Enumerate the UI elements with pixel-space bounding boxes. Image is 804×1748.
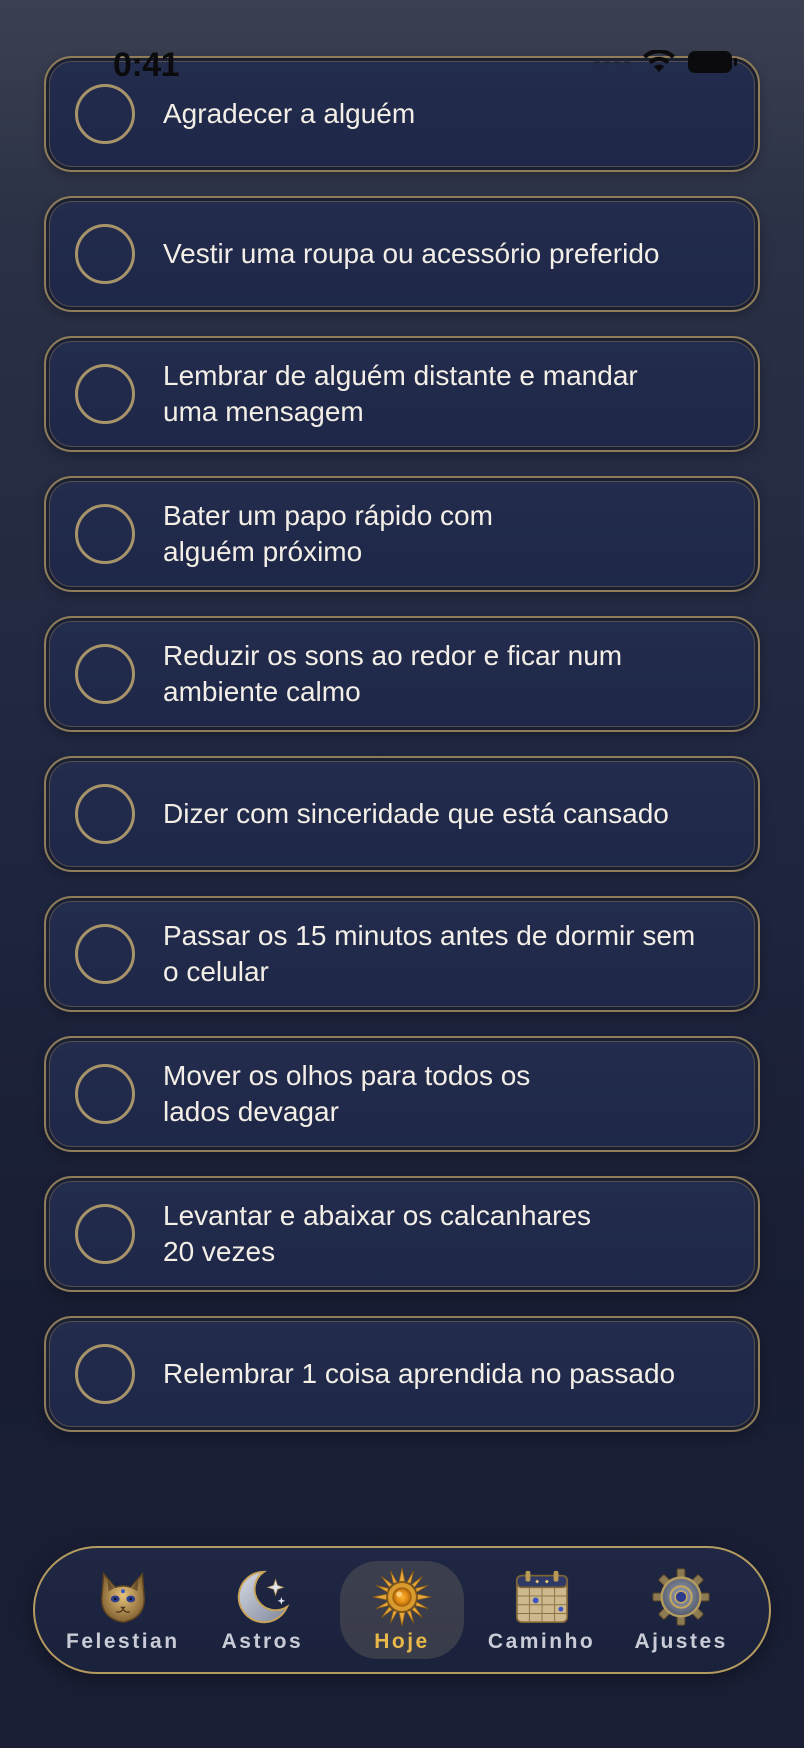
tab-label: Caminho: [487, 1630, 596, 1653]
tab-astros[interactable]: Astros: [200, 1561, 324, 1659]
task-label: Bater um papo rápido com alguém próximo: [163, 500, 493, 567]
calendar-icon: [515, 1570, 568, 1624]
task-label: Lembrar de alguém distante e mandar uma …: [163, 360, 638, 427]
task-list: Agradecer a alguém Vestir uma roupa ou a…: [44, 56, 760, 1432]
task-label: Vestir uma roupa ou acessório preferido: [163, 238, 660, 269]
tab-label: Astros: [221, 1630, 304, 1653]
task-label: Mover os olhos para todos os lados devag…: [163, 1060, 531, 1127]
task-label: Reduzir os sons ao redor e ficar num amb…: [163, 640, 623, 707]
checkbox-circle[interactable]: [75, 504, 135, 564]
task-label: Passar os 15 minutos antes de dormir sem…: [163, 920, 696, 987]
tab-hoje[interactable]: Hoje: [339, 1561, 464, 1659]
checkbox-circle[interactable]: [75, 924, 135, 984]
checkbox-circle[interactable]: [75, 644, 135, 704]
task-item[interactable]: Levantar e abaixar os calcanhares 20 vez…: [44, 1176, 760, 1292]
cat-icon: [100, 1571, 145, 1623]
tab-label: Ajustes: [634, 1630, 728, 1653]
checkbox-circle[interactable]: [75, 1064, 135, 1124]
checkbox-circle[interactable]: [75, 364, 135, 424]
task-item[interactable]: Passar os 15 minutos antes de dormir sem…: [44, 896, 760, 1012]
task-item[interactable]: Agradecer a alguém: [44, 56, 760, 172]
tab-label: Felestian: [66, 1630, 180, 1653]
task-item[interactable]: Vestir uma roupa ou acessório preferido: [44, 196, 760, 312]
task-label: Dizer com sinceridade que está cansado: [163, 798, 669, 829]
crescent-moon-icon: [238, 1570, 290, 1624]
tab-ajustes[interactable]: Ajustes: [619, 1561, 743, 1659]
checkbox-circle[interactable]: [75, 784, 135, 844]
tab-label: Hoje: [374, 1630, 430, 1653]
sun-icon: [372, 1567, 432, 1627]
task-item[interactable]: Lembrar de alguém distante e mandar uma …: [44, 336, 760, 452]
task-item[interactable]: Mover os olhos para todos os lados devag…: [44, 1036, 760, 1152]
task-item[interactable]: Reduzir os sons ao redor e ficar num amb…: [44, 616, 760, 732]
tab-caminho[interactable]: Caminho: [480, 1561, 604, 1659]
tab-felestian[interactable]: Felestian: [61, 1561, 185, 1659]
checkbox-circle[interactable]: [75, 1204, 135, 1264]
tab-bar: Felestian Astros Hoje Caminho Ajustes: [33, 1546, 771, 1674]
task-label: Relembrar 1 coisa aprendida no passado: [163, 1358, 676, 1389]
task-label: Agradecer a alguém: [163, 98, 416, 129]
checkbox-circle[interactable]: [75, 84, 135, 144]
gear-icon: [652, 1568, 710, 1626]
checkbox-circle[interactable]: [75, 1344, 135, 1404]
task-label: Levantar e abaixar os calcanhares 20 vez…: [163, 1200, 592, 1267]
checkbox-circle[interactable]: [75, 224, 135, 284]
task-item[interactable]: Relembrar 1 coisa aprendida no passado: [44, 1316, 760, 1432]
task-item[interactable]: Bater um papo rápido com alguém próximo: [44, 476, 760, 592]
task-item[interactable]: Dizer com sinceridade que está cansado: [44, 756, 760, 872]
